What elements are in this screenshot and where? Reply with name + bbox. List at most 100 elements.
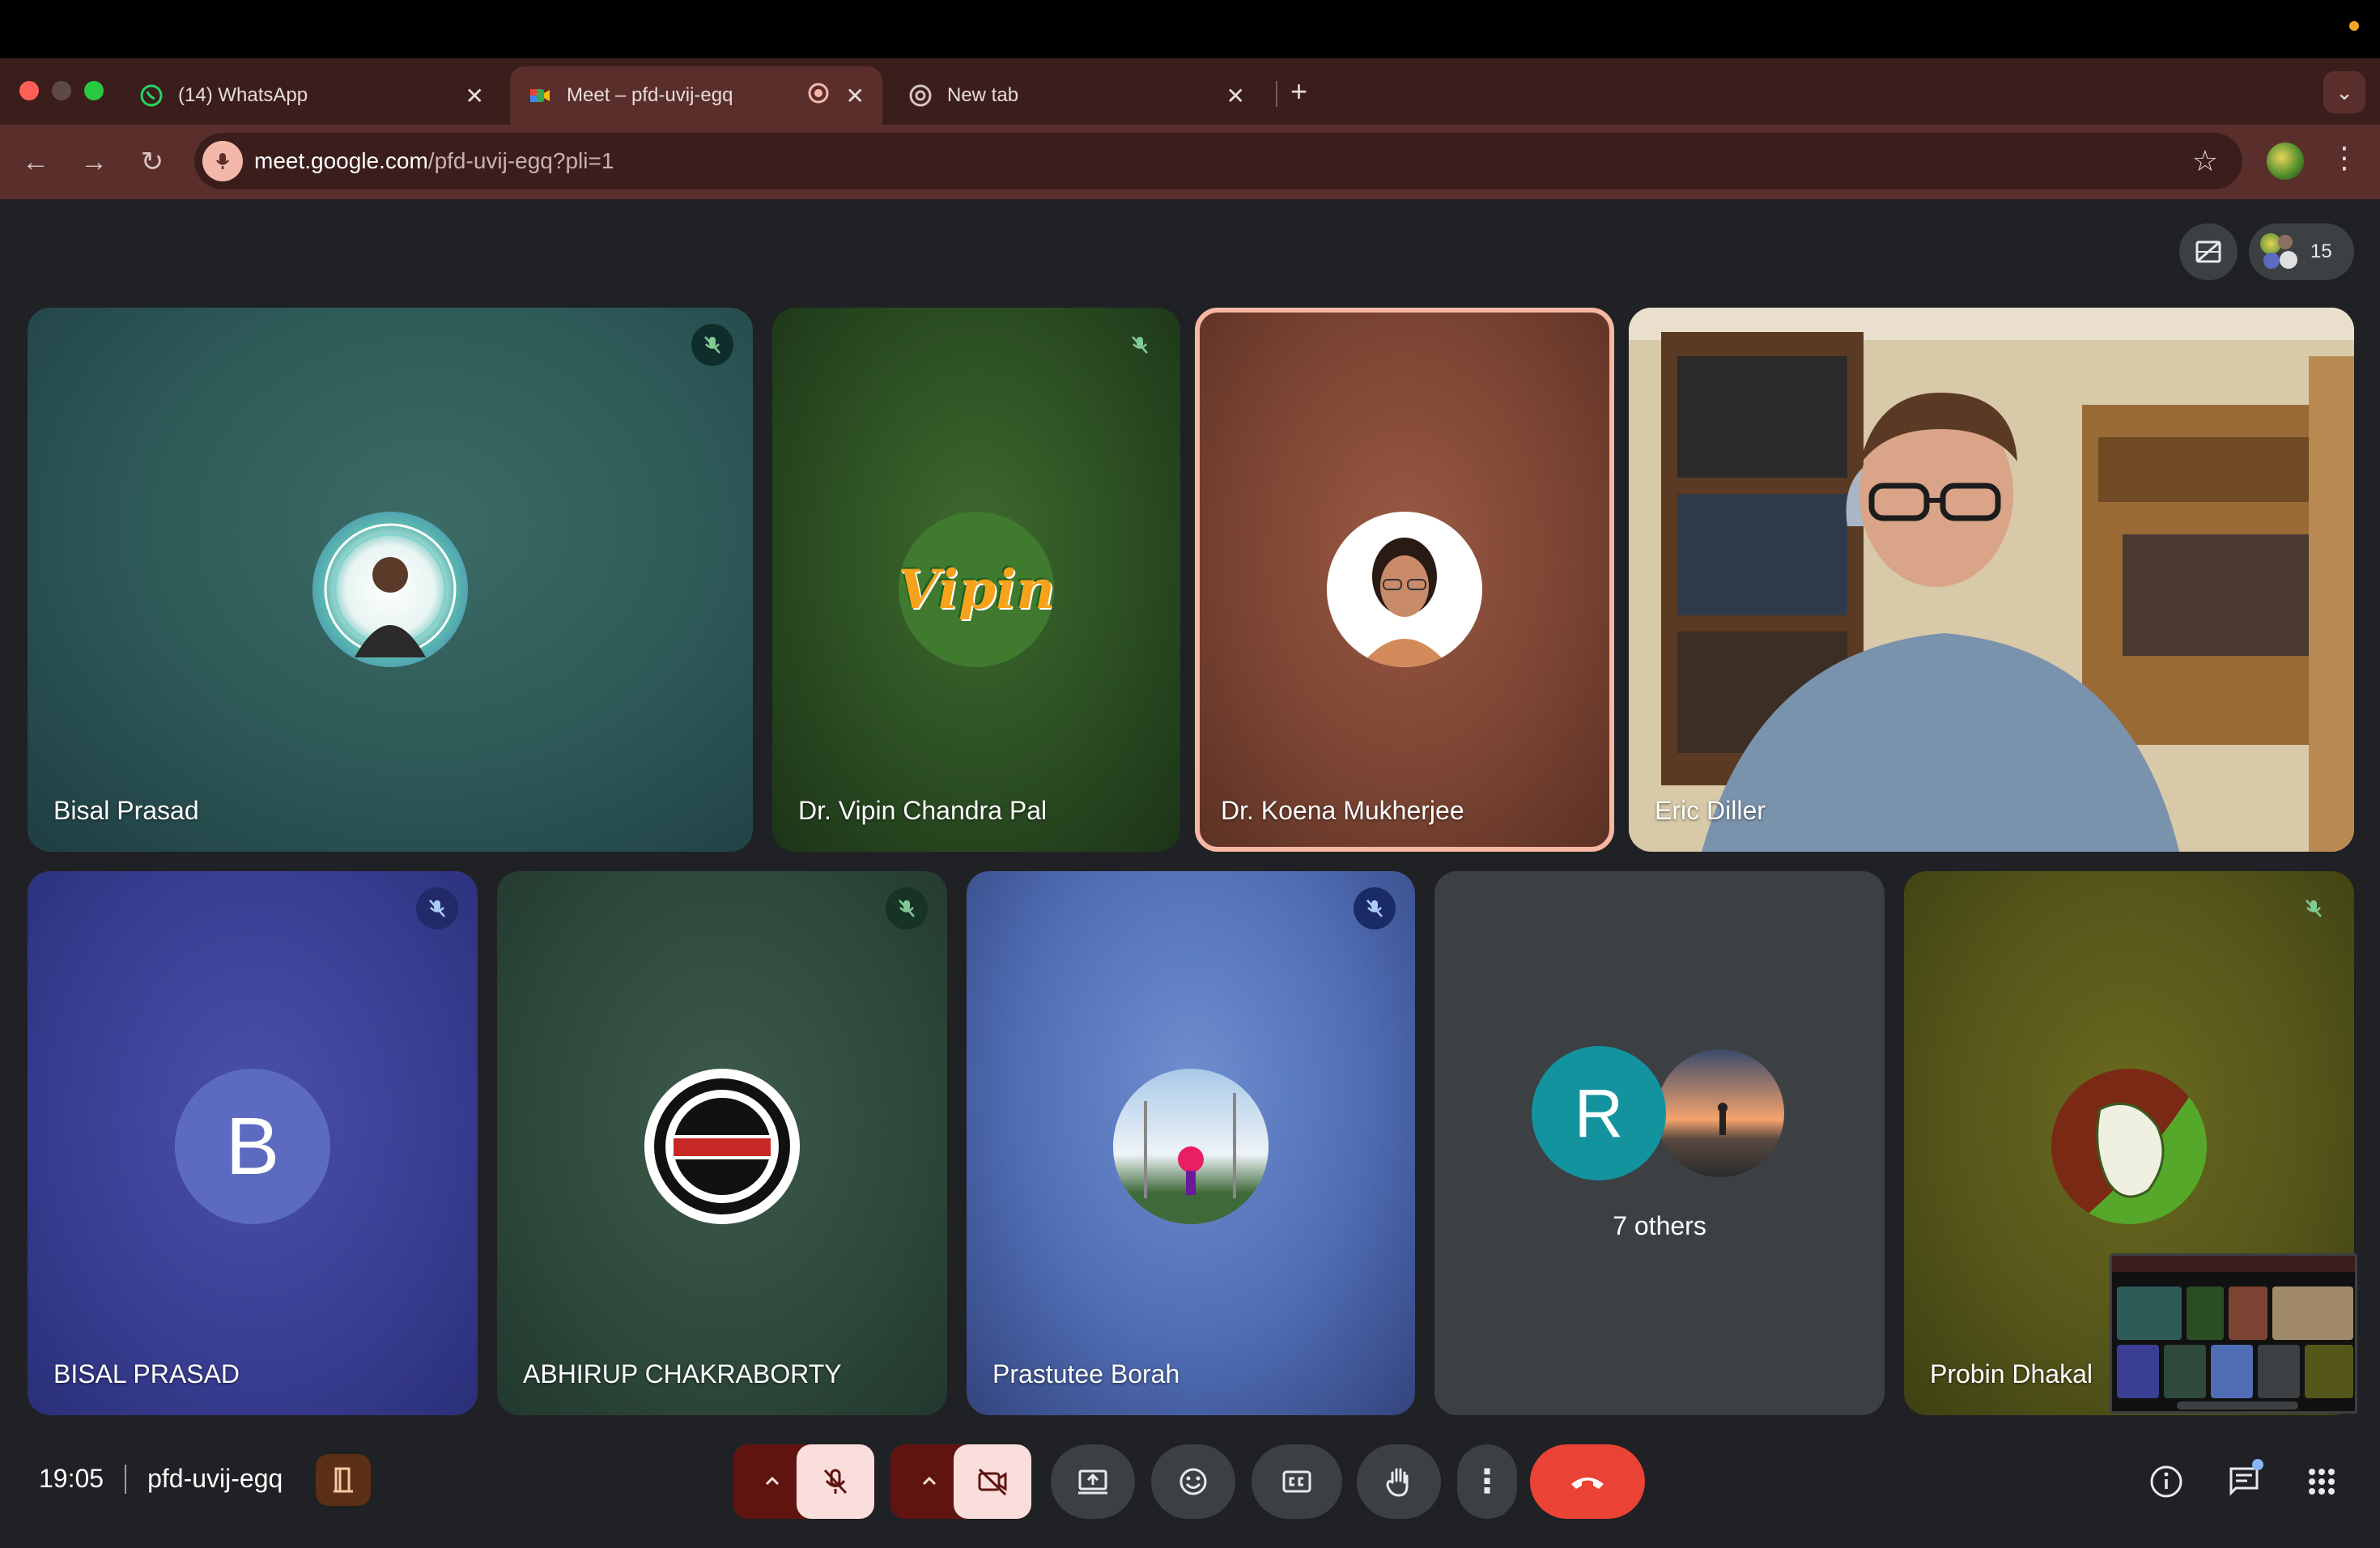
emoji-icon (1179, 1468, 1207, 1495)
mic-off-icon (1119, 324, 1161, 366)
no-layout-icon (2195, 240, 2221, 263)
participant-avatar (312, 512, 468, 667)
forward-arrow-icon[interactable]: → (74, 142, 113, 181)
tab-title: Meet – pfd-uvij-egq (567, 84, 733, 106)
captions-button[interactable] (1252, 1444, 1342, 1519)
meeting-code: pfd-uvij-egq (147, 1464, 283, 1493)
participants-count-button[interactable]: 15 (2249, 223, 2354, 280)
meet-icon (528, 83, 552, 108)
chat-unread-dot (2252, 1459, 2263, 1470)
door-icon (334, 1467, 353, 1493)
present-screen-icon (1078, 1469, 1107, 1495)
recording-tab-icon (807, 82, 830, 110)
zoom-window-button[interactable] (84, 81, 104, 100)
meeting-details-button[interactable] (2142, 1457, 2191, 1506)
mic-off-icon (691, 324, 733, 366)
participant-avatar (1653, 1046, 1787, 1180)
url-text: meet.google.com/pfd-uvij-egq?pli=1 (254, 148, 614, 174)
address-bar[interactable]: meet.google.com/pfd-uvij-egq?pli=1 ☆ (194, 133, 2242, 189)
closed-captions-icon (1282, 1470, 1311, 1493)
recording-indicator-dot (2349, 21, 2359, 31)
present-screen-button[interactable] (1051, 1444, 1135, 1519)
chevron-up-icon (922, 1476, 937, 1486)
participant-name: BISAL PRASAD (53, 1359, 240, 1389)
chat-button[interactable] (2220, 1457, 2268, 1506)
url-path: /pfd-uvij-egq?pli=1 (427, 148, 614, 173)
whatsapp-icon (139, 83, 164, 108)
close-tab-icon[interactable]: ✕ (846, 83, 865, 109)
hang-up-icon (1571, 1478, 1604, 1489)
host-controls-button[interactable] (316, 1454, 371, 1506)
participant-avatar (644, 1069, 800, 1224)
participant-avatar (1327, 512, 1482, 667)
tab-title: New tab (947, 84, 1019, 106)
reload-icon[interactable]: ↻ (133, 142, 172, 181)
participant-tile-abhirup-chakraborty[interactable]: ABHIRUP CHAKRABORTY (497, 871, 947, 1415)
participant-name: ABHIRUP CHAKRABORTY (523, 1359, 842, 1389)
participant-name: Dr. Vipin Chandra Pal (798, 796, 1048, 825)
tab-search-chevron-icon[interactable]: ⌄ (2323, 71, 2365, 113)
close-window-button[interactable] (19, 81, 39, 100)
participants-avatars-icon (2260, 232, 2302, 272)
leave-call-button[interactable] (1530, 1444, 1645, 1519)
participant-tile-prastutee-borah[interactable]: Prastutee Borah (967, 871, 1415, 1415)
participant-name: Prastutee Borah (992, 1359, 1180, 1389)
close-tab-icon[interactable]: ✕ (1226, 83, 1245, 109)
bookmark-star-icon[interactable]: ☆ (2192, 144, 2218, 178)
participant-tile-bisal-prasad-2[interactable]: B BISAL PRASAD (28, 871, 478, 1415)
new-tab-plus-icon[interactable]: + (1290, 74, 1307, 108)
camera-toggle-button[interactable] (954, 1444, 1031, 1519)
others-label: 7 others (1613, 1211, 1706, 1240)
more-vert-icon: ⋮ (1471, 1464, 1503, 1499)
participant-tile-vipin-chandra-pal[interactable]: Vipin Dr. Vipin Chandra Pal (772, 308, 1180, 852)
participant-tile-bisal-prasad[interactable]: Bisal Prasad (28, 308, 753, 852)
mic-off-icon (886, 887, 928, 929)
avatar-initial: B (225, 1100, 280, 1192)
screen: (14) WhatsApp ✕ Meet – pfd-uvij-egq ✕ Ne… (0, 0, 2380, 1548)
tab-title: (14) WhatsApp (178, 84, 308, 106)
mic-in-use-icon[interactable] (202, 141, 243, 181)
tab-separator (1276, 81, 1277, 107)
close-tab-icon[interactable]: ✕ (465, 83, 484, 109)
participant-avatar (2051, 1069, 2207, 1224)
mic-off-icon (823, 1469, 848, 1495)
participant-avatar: R (1532, 1046, 1666, 1180)
menubar (0, 0, 2380, 58)
avatar-initial: R (1574, 1074, 1624, 1151)
self-view-thumbnail[interactable] (2110, 1253, 2357, 1414)
mic-off-icon (416, 887, 458, 929)
minimize-window-button[interactable] (52, 81, 71, 100)
apps-grid-icon (2309, 1469, 2335, 1495)
layout-toggle-button[interactable] (2179, 223, 2238, 280)
current-time: 19:05 (39, 1464, 104, 1493)
tab-new-tab[interactable]: New tab ✕ (890, 66, 1263, 125)
participant-tile-koena-mukherjee[interactable]: Dr. Koena Mukherjee (1195, 308, 1614, 852)
activities-button[interactable] (2297, 1457, 2346, 1506)
browser-menu-icon[interactable]: ⋮ (2330, 141, 2359, 175)
divider (125, 1464, 127, 1494)
raise-hand-icon (1386, 1468, 1409, 1497)
back-arrow-icon[interactable]: ← (16, 142, 55, 181)
tab-meet[interactable]: Meet – pfd-uvij-egq ✕ (510, 66, 882, 125)
info-icon (2150, 1465, 2182, 1498)
raise-hand-button[interactable] (1357, 1444, 1441, 1519)
mic-off-icon (2293, 887, 2335, 929)
participant-name: Bisal Prasad (53, 796, 199, 825)
meet-stage: 15 Bisal Prasad Vipin Dr. Vipin Chandra … (0, 199, 2380, 1548)
participant-avatar: Vipin (899, 512, 1054, 667)
browser-tabstrip: (14) WhatsApp ✕ Meet – pfd-uvij-egq ✕ Ne… (0, 58, 2380, 125)
meeting-info: 19:05 pfd-uvij-egq (39, 1464, 283, 1494)
more-options-button[interactable]: ⋮ (1457, 1444, 1517, 1519)
meet-control-bar: 19:05 pfd-uvij-egq ⋮ (0, 1418, 2380, 1548)
participant-name: Dr. Koena Mukherjee (1221, 796, 1464, 825)
avatar-logo-text: Vipin (899, 558, 1054, 621)
participant-name: Probin Dhakal (1930, 1359, 2093, 1389)
microphone-toggle-button[interactable] (797, 1444, 874, 1519)
participant-tile-others[interactable]: R 7 others (1434, 871, 1885, 1415)
participant-avatar (1113, 1069, 1269, 1224)
profile-avatar[interactable] (2267, 142, 2304, 180)
reactions-button[interactable] (1151, 1444, 1235, 1519)
tab-whatsapp[interactable]: (14) WhatsApp ✕ (121, 66, 502, 125)
camera-off-icon (978, 1468, 1007, 1496)
participant-tile-eric-diller[interactable]: Eric Diller (1629, 308, 2354, 852)
